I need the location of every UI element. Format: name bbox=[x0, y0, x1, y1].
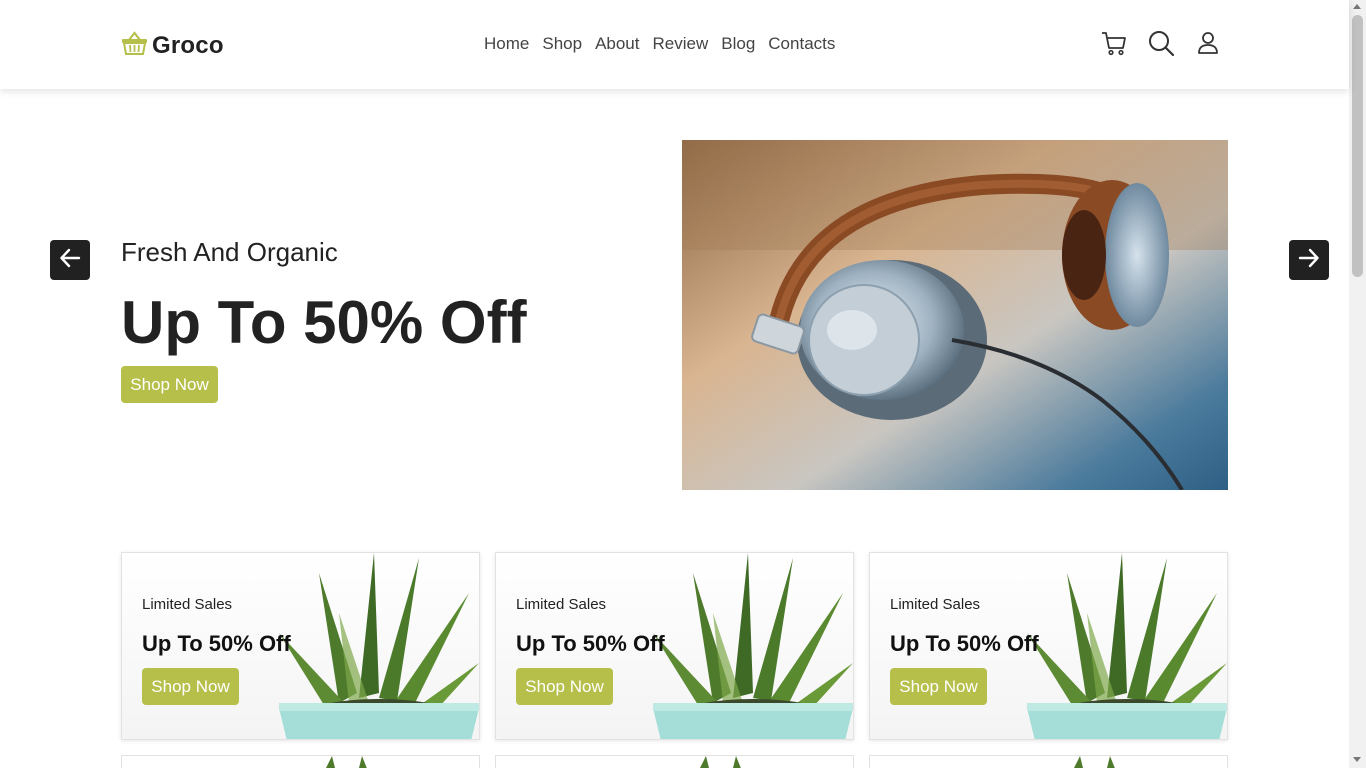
card-subtitle: Limited Sales bbox=[142, 596, 233, 613]
hero-next-button[interactable] bbox=[1289, 240, 1329, 280]
promo-card-partial bbox=[869, 755, 1228, 768]
nav-shop[interactable]: Shop bbox=[542, 34, 582, 54]
scroll-down-arrow-icon[interactable] bbox=[1353, 757, 1361, 762]
hero-headphones-image bbox=[682, 140, 1228, 490]
basket-icon bbox=[121, 30, 148, 61]
page-scrollbar[interactable] bbox=[1349, 0, 1366, 768]
promo-card: Limited Sales Up To 50% Off Shop Now bbox=[121, 552, 480, 740]
plant-image bbox=[653, 553, 853, 739]
hero-subtitle: Fresh And Organic bbox=[121, 237, 338, 267]
card-shop-now-button[interactable]: Shop Now bbox=[516, 668, 613, 705]
hero-prev-button[interactable] bbox=[50, 240, 90, 280]
promo-card-partial bbox=[495, 755, 854, 768]
nav-blog[interactable]: Blog bbox=[721, 34, 755, 54]
header-actions bbox=[1100, 29, 1222, 57]
card-shop-now-button[interactable]: Shop Now bbox=[142, 668, 239, 705]
plant-image bbox=[1027, 553, 1227, 739]
card-title: Up To 50% Off bbox=[890, 631, 1039, 656]
hero-shop-now-button[interactable]: Shop Now bbox=[121, 366, 218, 403]
nav-contacts[interactable]: Contacts bbox=[768, 34, 835, 54]
nav-review[interactable]: Review bbox=[653, 34, 709, 54]
card-subtitle: Limited Sales bbox=[516, 596, 607, 613]
card-title: Up To 50% Off bbox=[142, 631, 291, 656]
promo-card: Limited Sales Up To 50% Off Shop Now bbox=[869, 552, 1228, 740]
brand-name: Groco bbox=[152, 31, 224, 59]
card-shop-now-button[interactable]: Shop Now bbox=[890, 668, 987, 705]
cart-icon[interactable] bbox=[1100, 29, 1128, 57]
site-header: Groco Home Shop About Review Blog Contac… bbox=[0, 0, 1349, 89]
card-subtitle: Limited Sales bbox=[890, 596, 981, 613]
arrow-right-icon bbox=[1298, 247, 1320, 274]
search-icon[interactable] bbox=[1147, 29, 1175, 57]
hero-title: Up To 50% Off bbox=[121, 289, 527, 356]
scroll-up-arrow-icon[interactable] bbox=[1353, 4, 1361, 9]
promo-card: Limited Sales Up To 50% Off Shop Now bbox=[495, 552, 854, 740]
arrow-left-icon bbox=[59, 247, 81, 274]
user-icon[interactable] bbox=[1194, 29, 1222, 57]
nav-home[interactable]: Home bbox=[484, 34, 529, 54]
main-nav: Home Shop About Review Blog Contacts bbox=[484, 34, 835, 54]
nav-about[interactable]: About bbox=[595, 34, 639, 54]
card-title: Up To 50% Off bbox=[516, 631, 665, 656]
promo-card-partial bbox=[121, 755, 480, 768]
plant-image bbox=[279, 553, 479, 739]
brand-logo[interactable]: Groco bbox=[121, 30, 224, 61]
scrollbar-thumb[interactable] bbox=[1352, 15, 1363, 277]
